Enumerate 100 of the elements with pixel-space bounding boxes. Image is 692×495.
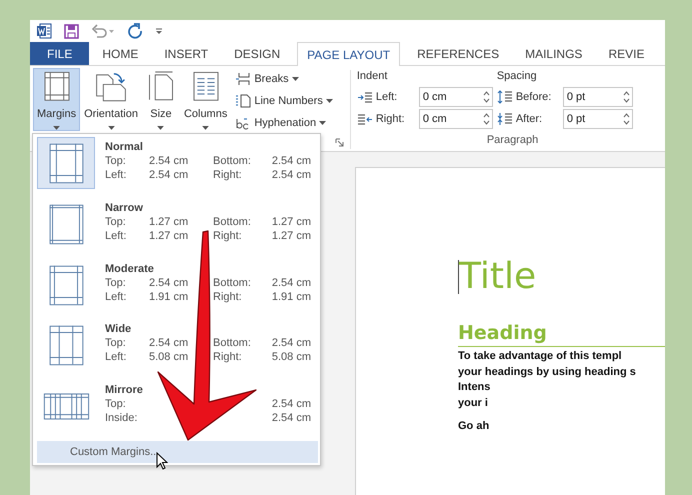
field-label: Right: xyxy=(376,112,406,127)
margin-option[interactable]: Normal Top: 2.54 cm Bottom: 2.54 cm Left: 2.54 cm Right: 2.54 cm xyxy=(37,137,318,198)
margin-label: Top: xyxy=(105,154,127,168)
margin-option[interactable]: Narrow Top: 1.27 cm Bottom: 1.27 cm Left: 1.27 cm Right: 1.27 cm xyxy=(37,198,318,259)
hyphenation-icon xyxy=(235,116,252,130)
margin-value: 2.54 cm xyxy=(270,276,311,290)
columns-icon xyxy=(192,71,220,102)
ribbon-large-button[interactable]: Margins xyxy=(33,68,80,131)
margin-label: Top: xyxy=(105,397,127,412)
margin-label: Inside: xyxy=(105,411,138,426)
undo-icon[interactable] xyxy=(91,24,115,38)
margin-label: Bottom: xyxy=(213,336,252,350)
ribbon-large-button[interactable]: Orientation xyxy=(80,68,142,131)
body-text-line: your i xyxy=(458,396,489,410)
dialog-launcher-icon[interactable] xyxy=(334,138,344,147)
margin-value: 2.54 cm xyxy=(270,397,311,412)
spinner-arrows-icon xyxy=(622,112,630,126)
margin-label: Left: xyxy=(105,168,128,182)
margin-value: 5.08 cm xyxy=(270,350,311,364)
page-break-icon xyxy=(235,72,252,86)
margin-label: Left: xyxy=(105,350,128,364)
body-text-line: Intens xyxy=(458,380,492,395)
body-text-line: To take advantage of this templ xyxy=(458,349,623,364)
ribbon-tab[interactable]: HOME xyxy=(89,42,152,65)
margin-label: Top: xyxy=(105,276,127,290)
margin-option[interactable]: Wide Top: 2.54 cm Bottom: 2.54 cm Left: 5.08 cm Right: 5.08 cm xyxy=(37,319,318,380)
caret-icon xyxy=(292,77,299,81)
caret-icon xyxy=(108,126,115,130)
margin-label: Top: xyxy=(105,336,127,350)
margin-value: 2.54 cm xyxy=(270,411,311,426)
indent-left-icon xyxy=(356,90,373,104)
indent-right-icon xyxy=(356,112,373,126)
margin-value: 1.27 cm xyxy=(149,228,190,243)
ribbon-large-button[interactable]: Columns xyxy=(180,68,232,131)
ribbon-tab[interactable]: PAGE LAYOUT xyxy=(297,42,400,66)
ribbon-tab[interactable]: DESIGN xyxy=(221,42,294,65)
margin-value: 2.54 cm xyxy=(149,154,190,168)
ribbon-small-button[interactable]: Hyphenation xyxy=(235,114,333,132)
option-name: Moderate xyxy=(105,262,155,276)
spinner-arrows-icon xyxy=(482,90,490,104)
margin-value: 1.27 cm xyxy=(270,228,311,243)
ribbon-tab[interactable]: REFERENCES xyxy=(404,42,512,65)
field-label: Left: xyxy=(376,90,398,105)
redo-icon[interactable] xyxy=(127,23,143,39)
ribbon-tab[interactable]: MAILINGS xyxy=(512,42,596,65)
margin-value: 2.54 cm xyxy=(270,168,311,182)
margin-label: Left: xyxy=(105,228,128,243)
ribbon-tab[interactable]: REVIE xyxy=(595,42,658,65)
margin-value: 1.27 cm xyxy=(270,214,311,229)
customize-toolbar-icon[interactable] xyxy=(155,27,163,35)
margin-label: Right: xyxy=(213,290,243,304)
spinner-arrows-icon xyxy=(482,112,490,126)
margin-value: 2.54 cm xyxy=(149,336,190,350)
margins-icon xyxy=(42,71,71,102)
spacing-before-icon xyxy=(496,90,513,104)
margin-value: 1.27 cm xyxy=(149,214,190,229)
margin-value: 2.54 cm xyxy=(270,336,311,350)
field-label: After: xyxy=(516,112,544,127)
group-heading: Indent xyxy=(356,69,388,84)
caret-icon xyxy=(53,126,60,130)
spin-field[interactable]: 0 cm xyxy=(418,109,493,129)
margin-value: 2.54 cm xyxy=(270,154,311,168)
ribbon-small-button[interactable]: Line Numbers xyxy=(235,92,333,110)
caret-icon xyxy=(202,126,210,130)
margin-value: 2.54 cm xyxy=(149,168,190,182)
spin-field[interactable]: 0 cm xyxy=(418,87,493,107)
spinner-arrows-icon xyxy=(622,90,630,104)
word-logo-icon[interactable] xyxy=(36,23,52,39)
option-name: Mirrore xyxy=(105,383,144,398)
option-name: Wide xyxy=(105,322,132,336)
save-icon[interactable] xyxy=(64,24,79,38)
spacing-after-icon xyxy=(496,112,513,126)
document-title: Title xyxy=(459,256,536,298)
ribbon-small-button[interactable]: Breaks xyxy=(235,70,333,88)
margin-value: 1.91 cm xyxy=(270,290,311,304)
ribbon-tab[interactable]: INSERT xyxy=(151,42,222,65)
margin-label: Right: xyxy=(213,168,243,182)
margin-value: 2.54 cm xyxy=(149,276,190,290)
caret-icon xyxy=(319,121,326,125)
group-heading: Spacing xyxy=(496,69,538,84)
field-label: Before: xyxy=(516,90,552,105)
margin-label: Left: xyxy=(105,290,128,304)
margin-label: Bottom: xyxy=(213,276,252,290)
orientation-icon xyxy=(94,71,128,102)
group-label: Paragraph xyxy=(486,133,540,148)
ribbon-large-button[interactable]: Size xyxy=(142,68,180,131)
spin-field[interactable]: 0 pt xyxy=(562,109,633,129)
custom-margins-item[interactable]: Custom Margins... xyxy=(37,441,318,463)
caret-icon xyxy=(157,126,164,130)
margin-label: Bottom: xyxy=(213,154,252,168)
spin-field[interactable]: 0 pt xyxy=(562,87,633,107)
margin-value: 1.91 cm xyxy=(149,290,190,304)
margin-label: Bottom: xyxy=(213,214,252,229)
margin-label: Right: xyxy=(213,350,243,364)
margin-label: Right: xyxy=(213,228,243,243)
document-heading: Heading xyxy=(458,322,547,344)
margin-option[interactable]: Moderate Top: 2.54 cm Bottom: 2.54 cm Left: 1.91 cm Right: 1.91 cm xyxy=(37,258,318,320)
file-tab[interactable]: FILE xyxy=(30,42,90,65)
body-text-line: your headings by using heading s xyxy=(458,364,637,380)
margin-label: Top: xyxy=(105,214,127,229)
